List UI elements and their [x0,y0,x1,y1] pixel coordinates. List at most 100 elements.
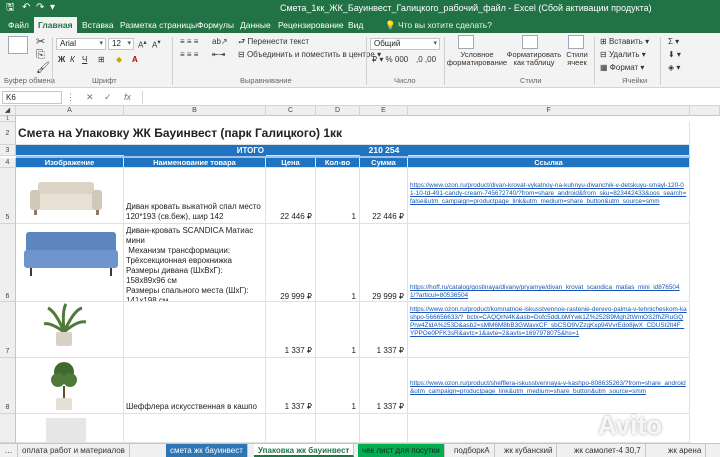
row-header[interactable] [0,414,16,443]
bold-icon[interactable]: Ж [58,55,65,65]
product-sum[interactable]: 29 999 ₽ [360,224,408,302]
shrink-font-icon[interactable]: A▾ [152,38,161,51]
sheet-tab[interactable]: подборкА [450,444,495,457]
underline-icon[interactable]: Ч [82,55,87,65]
redo-icon[interactable]: ↷ [36,2,44,14]
product-link[interactable]: https://www.ozon.ru/product/divan-krovat… [408,168,690,224]
tab-file[interactable]: Файл [4,17,33,33]
tab-home[interactable]: Главная [34,17,77,33]
wrap-text-button[interactable]: ⮐ Перенести текст [238,37,309,47]
empty-cell[interactable] [316,414,360,443]
font-color-icon[interactable]: A [132,55,138,65]
borders-icon[interactable]: ⊞ [98,55,105,65]
product-image-cell[interactable] [16,168,124,224]
empty-cell[interactable] [360,414,408,443]
copy-icon[interactable]: ⎘ [36,49,45,61]
product-link[interactable]: https://hoff.ru/catalog/gostinaya/divany… [408,224,690,302]
product-image-cell[interactable] [16,224,124,302]
tab-view[interactable]: Вид [344,17,367,33]
sheet-title[interactable]: Смета на Упаковку ЖК Бауинвест (парк Гал… [16,122,690,145]
format-painter-icon[interactable]: 🖌 [36,62,50,74]
column-header[interactable]: C [266,106,316,116]
header-image[interactable]: Изображение [16,158,124,168]
header-price[interactable]: Цена [266,158,316,168]
cell-styles-icon[interactable] [568,35,584,49]
conditional-format-icon[interactable] [458,35,474,49]
tab-data[interactable]: Данные [236,17,275,33]
tab-formulas[interactable]: Формулы [193,17,238,33]
worksheet[interactable]: ◢ A B C D E F 1 2 Смета на Упаковку ЖК Б… [0,106,720,443]
cut-icon[interactable]: ✂ [36,36,45,48]
insert-cells-button[interactable]: ⊞ Вставить ▾ [600,37,649,47]
tab-insert[interactable]: Вставка [78,17,118,33]
product-link[interactable]: https://www.ozon.ru/product/komnatnoe-is… [408,302,690,358]
format-table-button[interactable]: Форматировать как таблицу [506,51,562,67]
product-qty[interactable]: 1 [316,168,360,224]
customize-qat-icon[interactable]: ▾ [50,2,55,14]
header-sum[interactable]: Сумма [360,158,408,168]
total-value[interactable]: 210 254 [360,145,408,156]
header-link[interactable]: Ссылка [408,158,690,168]
name-box[interactable]: K6 [2,91,62,104]
total-label[interactable]: ИТОГО [124,145,266,156]
align-left-icon[interactable]: ≡ ≡ ≡ [180,50,198,60]
product-qty[interactable]: 1 [316,224,360,302]
sheet-tab[interactable]: жк самолет-4 30,7 [570,444,646,457]
product-price[interactable]: 1 337 ₽ [266,358,316,414]
product-image-cell[interactable] [16,358,124,414]
formula-input[interactable] [142,91,718,104]
column-header[interactable] [690,106,720,116]
delete-cells-button[interactable]: ⊟ Удалить ▾ [600,50,646,60]
column-header[interactable]: B [124,106,266,116]
product-price[interactable]: 22 446 ₽ [266,168,316,224]
number-format-combo[interactable]: Общий [370,38,440,50]
currency-icon[interactable]: ₽ ▾ % 000 [372,55,408,65]
product-name[interactable]: Диван кровать выкатной спал место 120*19… [124,168,266,224]
decimal-icon[interactable]: ,0 ,00 [416,55,436,65]
enter-icon[interactable]: ✓ [104,91,112,103]
product-qty[interactable]: 1 [316,302,360,358]
row-header[interactable]: 2 [0,122,16,145]
tab-review[interactable]: Рецензирование [274,17,348,33]
sheet-tab[interactable]: чек лист для посутки [358,444,445,457]
sheet-tab[interactable]: оплата работ и материалов [18,444,130,457]
product-sum[interactable]: 1 337 ₽ [360,302,408,358]
clear-icon[interactable]: ◈ ▾ [668,63,680,73]
save-icon[interactable]: 🖫 [6,2,15,14]
fill-icon[interactable]: ⬇ ▾ [668,50,681,60]
autosum-icon[interactable]: Σ ▾ [668,37,679,47]
product-price[interactable]: 1 337 ₽ [266,302,316,358]
row-header[interactable]: 7 [0,302,16,358]
row-header[interactable]: 3 [0,145,16,156]
column-header[interactable]: D [316,106,360,116]
cell-styles-button[interactable]: Стили ячеек [562,51,592,67]
sheet-tab[interactable]: жк арена [664,444,707,457]
italic-icon[interactable]: К [70,55,75,65]
product-image-cell[interactable] [16,414,124,443]
header-name[interactable]: Наименование товара [124,158,266,168]
sheet-tab[interactable]: смета жк бауинвест [166,444,248,457]
product-price[interactable]: 29 999 ₽ [266,224,316,302]
orientation-icon[interactable]: ab↗ [212,37,228,47]
product-sum[interactable]: 1 337 ₽ [360,358,408,414]
insert-function-icon[interactable]: fx [124,91,131,103]
align-top-icon[interactable]: ≡ ≡ ≡ [180,37,198,47]
row-header[interactable]: 8 [0,358,16,414]
indent-icon[interactable]: ⇤⇥ [212,50,225,60]
sheet-tab-active[interactable]: Упаковка жк бауинвест [254,444,355,457]
product-image-cell[interactable] [16,302,124,358]
header-qty[interactable]: Кол-во [316,158,360,168]
product-name[interactable] [124,302,266,358]
empty-cell[interactable] [266,414,316,443]
row-header[interactable]: 4 [0,158,16,168]
tab-page-layout[interactable]: Разметка страницы [116,17,201,33]
fill-color-icon[interactable]: ◆ [116,55,122,65]
product-qty[interactable]: 1 [316,358,360,414]
empty-cell[interactable] [124,414,266,443]
product-sum[interactable]: 22 446 ₽ [360,168,408,224]
merge-center-button[interactable]: ⊟ Объединить и поместить в центре ▾ [238,50,381,60]
product-link[interactable]: https://www.ozon.ru/product/shefflera-is… [408,358,690,414]
font-size-combo[interactable]: 12 [108,38,134,50]
column-header[interactable]: E [360,106,408,116]
column-header[interactable]: F [408,106,690,116]
